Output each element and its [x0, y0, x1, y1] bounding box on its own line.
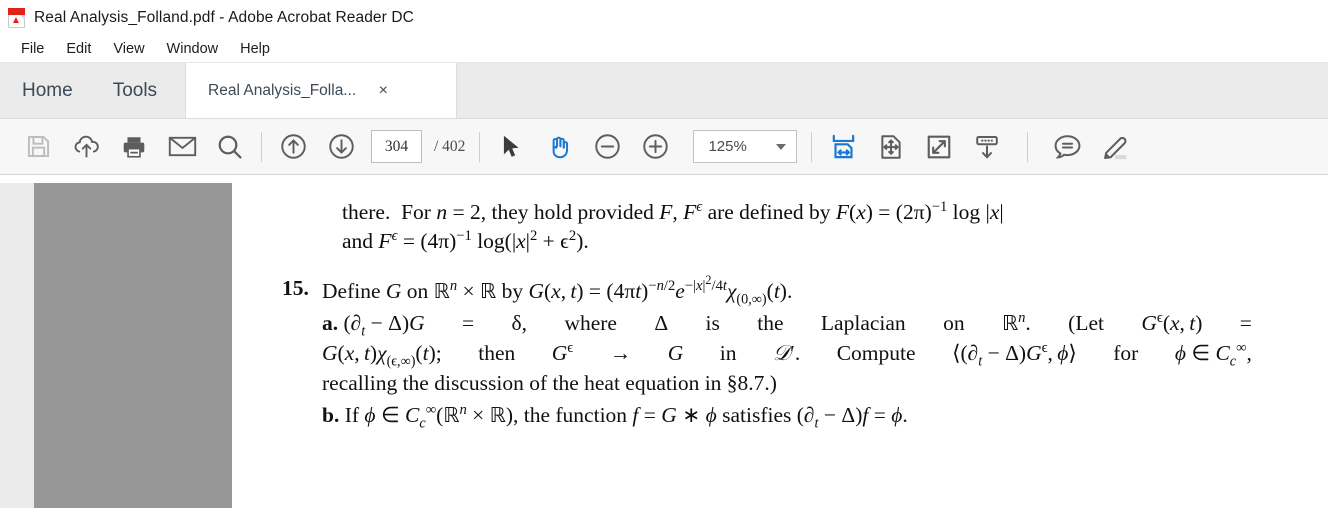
comment-button[interactable]: [1043, 127, 1091, 167]
menu-help[interactable]: Help: [229, 38, 281, 60]
exercise-part-a: a. (∂t − Δ)G = δ, where Δ is the Laplaci…: [322, 308, 1252, 398]
paragraph-line: and Fϵ = (4π)−1 log(|x|2 + ϵ2).: [342, 227, 589, 253]
scroll-mode-button[interactable]: [963, 127, 1011, 167]
left-rail: [0, 183, 34, 508]
pan-page-button[interactable]: [867, 127, 915, 167]
part-a-line-1: a. (∂t − Δ)G = δ, where Δ is the Laplaci…: [322, 309, 1252, 340]
window-title: Real Analysis_Folland.pdf - Adobe Acroba…: [34, 8, 414, 26]
menu-bar: File Edit View Window Help: [0, 35, 1328, 63]
print-button[interactable]: [110, 127, 158, 167]
menu-edit[interactable]: Edit: [55, 38, 102, 60]
page-number-input[interactable]: 304: [371, 130, 422, 163]
main-toolbar: 304 / 402 125%: [0, 119, 1328, 175]
select-tool-button[interactable]: [487, 127, 535, 167]
email-envelope-icon: [168, 134, 197, 159]
search-magnifier-icon: [216, 133, 244, 161]
scroll-down-icon: [973, 133, 1001, 161]
save-floppy-icon: [25, 133, 52, 160]
exercise-part-b: b. If ϕ ∈ Cc∞(ℝn × ℝ), the function f = …: [322, 400, 1252, 432]
cloud-upload-icon: [72, 133, 101, 160]
upload-button[interactable]: [62, 127, 110, 167]
part-a-line-2: G(x, t)χ(ϵ,∞)(t); then Gϵ → G in 𝒟′. Com…: [322, 339, 1252, 370]
tab-document[interactable]: Real Analysis_Folla... ×: [185, 63, 458, 118]
zoom-level-dropdown[interactable]: 125%: [693, 130, 798, 163]
exercise-number: 15.: [282, 276, 309, 300]
toolbar-separator-4: [1027, 131, 1029, 162]
tab-document-label: Real Analysis_Folla...: [208, 81, 357, 99]
exercise-item-15: 15. Define G on ℝn × ℝ by G(x, t) = (4πt…: [232, 272, 1328, 432]
zoom-in-circle-icon: [641, 132, 670, 161]
search-button[interactable]: [206, 127, 254, 167]
part-a-line-3: recalling the discussion of the heat equ…: [322, 371, 777, 395]
page-move-icon: [877, 133, 905, 161]
document-viewport[interactable]: there. For n = 2, they hold provided F, …: [0, 183, 1328, 508]
previous-page-button[interactable]: [269, 127, 317, 167]
part-b-line-1: b. If ϕ ∈ Cc∞(ℝn × ℝ), the function f = …: [322, 401, 908, 432]
toolbar-separator-2: [479, 131, 481, 162]
tab-tools[interactable]: Tools: [93, 63, 177, 118]
toolbar-separator-1: [261, 131, 262, 162]
cursor-arrow-icon: [499, 134, 523, 160]
zoom-in-button[interactable]: [631, 127, 679, 167]
page-count-label: / 402: [434, 137, 466, 155]
pdf-page: there. For n = 2, they hold provided F, …: [232, 183, 1328, 508]
zoom-level-value: 125%: [708, 138, 747, 155]
exercise-intro-line: Define G on ℝn × ℝ by G(x, t) = (4πt)−n/…: [322, 272, 793, 308]
fullscreen-button[interactable]: [915, 127, 963, 167]
highlighter-pen-icon: [1100, 132, 1131, 161]
tab-strip: Home Tools Real Analysis_Folla... ×: [0, 63, 1328, 119]
toolbar-separator-3: [811, 131, 813, 162]
highlight-button[interactable]: [1091, 127, 1139, 167]
chevron-down-icon: [776, 143, 787, 150]
fit-page-width-icon: [829, 132, 858, 161]
title-bar: ▲ Real Analysis_Folland.pdf - Adobe Acro…: [0, 0, 1328, 35]
fit-width-button[interactable]: [819, 127, 867, 167]
menu-file[interactable]: File: [10, 38, 55, 60]
print-icon: [120, 134, 148, 160]
close-icon[interactable]: ×: [374, 82, 392, 99]
menu-view[interactable]: View: [102, 38, 155, 60]
zoom-out-button[interactable]: [583, 127, 631, 167]
save-button[interactable]: [14, 127, 62, 167]
paragraph-line: there. For n = 2, they hold provided F, …: [342, 198, 1004, 224]
tab-home[interactable]: Home: [0, 63, 93, 118]
arrow-up-circle-icon: [279, 132, 308, 161]
menu-window[interactable]: Window: [156, 38, 230, 60]
hand-pan-icon: [545, 133, 573, 161]
zoom-out-circle-icon: [593, 132, 622, 161]
acrobat-reader-window: ▲ Real Analysis_Folland.pdf - Adobe Acro…: [0, 0, 1328, 508]
page-thumbnail-overlay: [34, 183, 232, 508]
expand-fullscreen-icon: [925, 133, 953, 161]
email-button[interactable]: [158, 127, 206, 167]
next-page-button[interactable]: [317, 127, 365, 167]
arrow-down-circle-icon: [327, 132, 356, 161]
hand-tool-button[interactable]: [535, 127, 583, 167]
comment-bubble-icon: [1052, 132, 1083, 161]
paragraph-continuation: there. For n = 2, they hold provided F, …: [232, 193, 1328, 256]
pdf-file-icon: ▲: [8, 7, 25, 28]
